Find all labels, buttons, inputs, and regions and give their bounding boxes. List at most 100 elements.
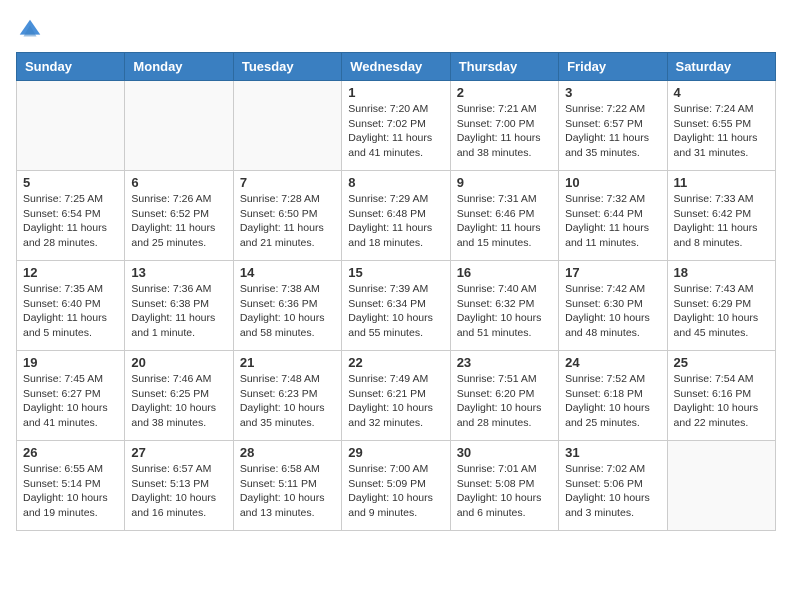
weekday-header: Sunday [17, 53, 125, 81]
calendar-cell: 11 Sunrise: 7:33 AM Sunset: 6:42 PM Dayli… [667, 171, 775, 261]
day-info: Sunrise: 7:43 AM Sunset: 6:29 PM Dayligh… [674, 282, 769, 341]
day-number: 14 [240, 265, 335, 280]
calendar-cell: 13 Sunrise: 7:36 AM Sunset: 6:38 PM Dayli… [125, 261, 233, 351]
day-number: 1 [348, 85, 443, 100]
day-info: Sunrise: 7:40 AM Sunset: 6:32 PM Dayligh… [457, 282, 552, 341]
day-number: 22 [348, 355, 443, 370]
day-info: Sunrise: 7:35 AM Sunset: 6:40 PM Dayligh… [23, 282, 118, 341]
calendar-cell: 16 Sunrise: 7:40 AM Sunset: 6:32 PM Dayli… [450, 261, 558, 351]
calendar-cell: 10 Sunrise: 7:32 AM Sunset: 6:44 PM Dayli… [559, 171, 667, 261]
day-number: 2 [457, 85, 552, 100]
logo-icon [16, 16, 44, 44]
day-number: 6 [131, 175, 226, 190]
day-info: Sunrise: 7:00 AM Sunset: 5:09 PM Dayligh… [348, 462, 443, 521]
day-number: 4 [674, 85, 769, 100]
day-number: 13 [131, 265, 226, 280]
calendar-week-row: 26 Sunrise: 6:55 AM Sunset: 5:14 PM Dayli… [17, 441, 776, 531]
day-info: Sunrise: 7:24 AM Sunset: 6:55 PM Dayligh… [674, 102, 769, 161]
day-info: Sunrise: 7:46 AM Sunset: 6:25 PM Dayligh… [131, 372, 226, 431]
day-info: Sunrise: 7:51 AM Sunset: 6:20 PM Dayligh… [457, 372, 552, 431]
calendar-cell: 27 Sunrise: 6:57 AM Sunset: 5:13 PM Dayli… [125, 441, 233, 531]
calendar-cell: 21Sunrise: 7:48 AM Sunset: 6:23 PM Dayli… [233, 351, 341, 441]
day-info: Sunrise: 7:01 AM Sunset: 5:08 PM Dayligh… [457, 462, 552, 521]
calendar-cell: 17 Sunrise: 7:42 AM Sunset: 6:30 PM Dayli… [559, 261, 667, 351]
calendar-week-row: 12 Sunrise: 7:35 AM Sunset: 6:40 PM Dayli… [17, 261, 776, 351]
day-info: Sunrise: 7:29 AM Sunset: 6:48 PM Dayligh… [348, 192, 443, 251]
day-number: 16 [457, 265, 552, 280]
calendar-cell: 31 Sunrise: 7:02 AM Sunset: 5:06 PM Dayli… [559, 441, 667, 531]
day-info: Sunrise: 6:58 AM Sunset: 5:11 PM Dayligh… [240, 462, 335, 521]
weekday-header: Friday [559, 53, 667, 81]
page-header [16, 16, 776, 44]
weekday-header: Monday [125, 53, 233, 81]
calendar-cell: 12 Sunrise: 7:35 AM Sunset: 6:40 PM Dayli… [17, 261, 125, 351]
calendar-cell: 3Sunrise: 7:22 AM Sunset: 6:57 PM Daylig… [559, 81, 667, 171]
day-number: 25 [674, 355, 769, 370]
day-number: 19 [23, 355, 118, 370]
calendar-cell: 19 Sunrise: 7:45 AM Sunset: 6:27 PM Dayli… [17, 351, 125, 441]
day-info: Sunrise: 7:25 AM Sunset: 6:54 PM Dayligh… [23, 192, 118, 251]
calendar-cell [233, 81, 341, 171]
calendar-cell [667, 441, 775, 531]
calendar-cell: 23 Sunrise: 7:51 AM Sunset: 6:20 PM Dayli… [450, 351, 558, 441]
day-number: 21 [240, 355, 335, 370]
day-number: 17 [565, 265, 660, 280]
calendar-week-row: 1 Sunrise: 7:20 AM Sunset: 7:02 PM Daylig… [17, 81, 776, 171]
day-number: 18 [674, 265, 769, 280]
calendar-cell: 29 Sunrise: 7:00 AM Sunset: 5:09 PM Dayli… [342, 441, 450, 531]
calendar-cell [125, 81, 233, 171]
calendar-cell: 14 Sunrise: 7:38 AM Sunset: 6:36 PM Dayli… [233, 261, 341, 351]
calendar-cell: 1 Sunrise: 7:20 AM Sunset: 7:02 PM Daylig… [342, 81, 450, 171]
day-info: Sunrise: 7:26 AM Sunset: 6:52 PM Dayligh… [131, 192, 226, 251]
calendar-cell: 20 Sunrise: 7:46 AM Sunset: 6:25 PM Dayli… [125, 351, 233, 441]
day-info: Sunrise: 7:33 AM Sunset: 6:42 PM Dayligh… [674, 192, 769, 251]
day-info: Sunrise: 7:38 AM Sunset: 6:36 PM Dayligh… [240, 282, 335, 341]
calendar-cell: 6 Sunrise: 7:26 AM Sunset: 6:52 PM Daylig… [125, 171, 233, 261]
day-info: Sunrise: 6:57 AM Sunset: 5:13 PM Dayligh… [131, 462, 226, 521]
day-number: 7 [240, 175, 335, 190]
day-number: 12 [23, 265, 118, 280]
day-info: Sunrise: 7:52 AM Sunset: 6:18 PM Dayligh… [565, 372, 660, 431]
day-number: 30 [457, 445, 552, 460]
calendar-cell: 28Sunrise: 6:58 AM Sunset: 5:11 PM Dayli… [233, 441, 341, 531]
day-number: 10 [565, 175, 660, 190]
calendar-cell: 4 Sunrise: 7:24 AM Sunset: 6:55 PM Daylig… [667, 81, 775, 171]
calendar-cell: 7 Sunrise: 7:28 AM Sunset: 6:50 PM Daylig… [233, 171, 341, 261]
day-info: Sunrise: 6:55 AM Sunset: 5:14 PM Dayligh… [23, 462, 118, 521]
weekday-header: Thursday [450, 53, 558, 81]
day-number: 20 [131, 355, 226, 370]
calendar-cell: 22 Sunrise: 7:49 AM Sunset: 6:21 PM Dayli… [342, 351, 450, 441]
day-info: Sunrise: 7:54 AM Sunset: 6:16 PM Dayligh… [674, 372, 769, 431]
calendar-cell [17, 81, 125, 171]
calendar-cell: 15Sunrise: 7:39 AM Sunset: 6:34 PM Dayli… [342, 261, 450, 351]
day-info: Sunrise: 7:32 AM Sunset: 6:44 PM Dayligh… [565, 192, 660, 251]
calendar-header-row: SundayMondayTuesdayWednesdayThursdayFrid… [17, 53, 776, 81]
day-info: Sunrise: 7:36 AM Sunset: 6:38 PM Dayligh… [131, 282, 226, 341]
day-number: 24 [565, 355, 660, 370]
day-info: Sunrise: 7:02 AM Sunset: 5:06 PM Dayligh… [565, 462, 660, 521]
calendar-table: SundayMondayTuesdayWednesdayThursdayFrid… [16, 52, 776, 531]
day-number: 9 [457, 175, 552, 190]
day-number: 11 [674, 175, 769, 190]
day-info: Sunrise: 7:45 AM Sunset: 6:27 PM Dayligh… [23, 372, 118, 431]
day-info: Sunrise: 7:22 AM Sunset: 6:57 PM Dayligh… [565, 102, 660, 161]
calendar-cell: 2Sunrise: 7:21 AM Sunset: 7:00 PM Daylig… [450, 81, 558, 171]
day-info: Sunrise: 7:49 AM Sunset: 6:21 PM Dayligh… [348, 372, 443, 431]
weekday-header: Saturday [667, 53, 775, 81]
day-number: 29 [348, 445, 443, 460]
day-info: Sunrise: 7:20 AM Sunset: 7:02 PM Dayligh… [348, 102, 443, 161]
day-info: Sunrise: 7:39 AM Sunset: 6:34 PM Dayligh… [348, 282, 443, 341]
calendar-week-row: 19 Sunrise: 7:45 AM Sunset: 6:27 PM Dayli… [17, 351, 776, 441]
calendar-week-row: 5Sunrise: 7:25 AM Sunset: 6:54 PM Daylig… [17, 171, 776, 261]
day-info: Sunrise: 7:28 AM Sunset: 6:50 PM Dayligh… [240, 192, 335, 251]
weekday-header: Wednesday [342, 53, 450, 81]
day-number: 23 [457, 355, 552, 370]
logo [16, 16, 48, 44]
calendar-cell: 26 Sunrise: 6:55 AM Sunset: 5:14 PM Dayli… [17, 441, 125, 531]
calendar-cell: 8Sunrise: 7:29 AM Sunset: 6:48 PM Daylig… [342, 171, 450, 261]
calendar-cell: 30 Sunrise: 7:01 AM Sunset: 5:08 PM Dayli… [450, 441, 558, 531]
day-info: Sunrise: 7:42 AM Sunset: 6:30 PM Dayligh… [565, 282, 660, 341]
day-number: 31 [565, 445, 660, 460]
day-number: 26 [23, 445, 118, 460]
day-number: 27 [131, 445, 226, 460]
